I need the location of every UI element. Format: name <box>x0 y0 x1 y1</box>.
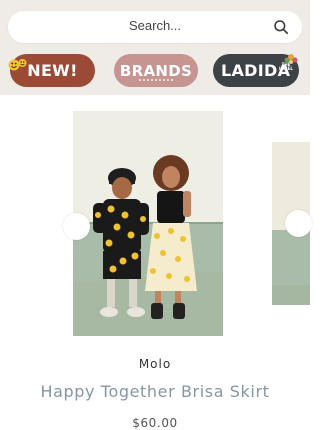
product-brand[interactable]: Molo <box>0 357 310 371</box>
smiley-icon <box>8 59 27 71</box>
carousel-prev-button[interactable] <box>63 213 90 240</box>
product-title[interactable]: Happy Together Brisa Skirt <box>0 382 310 401</box>
new-button-label: NEW! <box>27 61 78 80</box>
flower-icon <box>284 54 298 64</box>
search-input[interactable]: Search... <box>8 18 302 33</box>
brands-button[interactable]: BRANDS <box>114 54 198 87</box>
carousel-next-button[interactable] <box>285 210 312 237</box>
product-price: $60.00 <box>132 416 178 430</box>
search-icon[interactable] <box>273 19 289 35</box>
brands-button-label: BRANDS <box>119 61 193 80</box>
dotted-underline <box>138 79 174 81</box>
product-image[interactable] <box>73 111 223 336</box>
search-bar[interactable]: Search... <box>8 11 302 43</box>
